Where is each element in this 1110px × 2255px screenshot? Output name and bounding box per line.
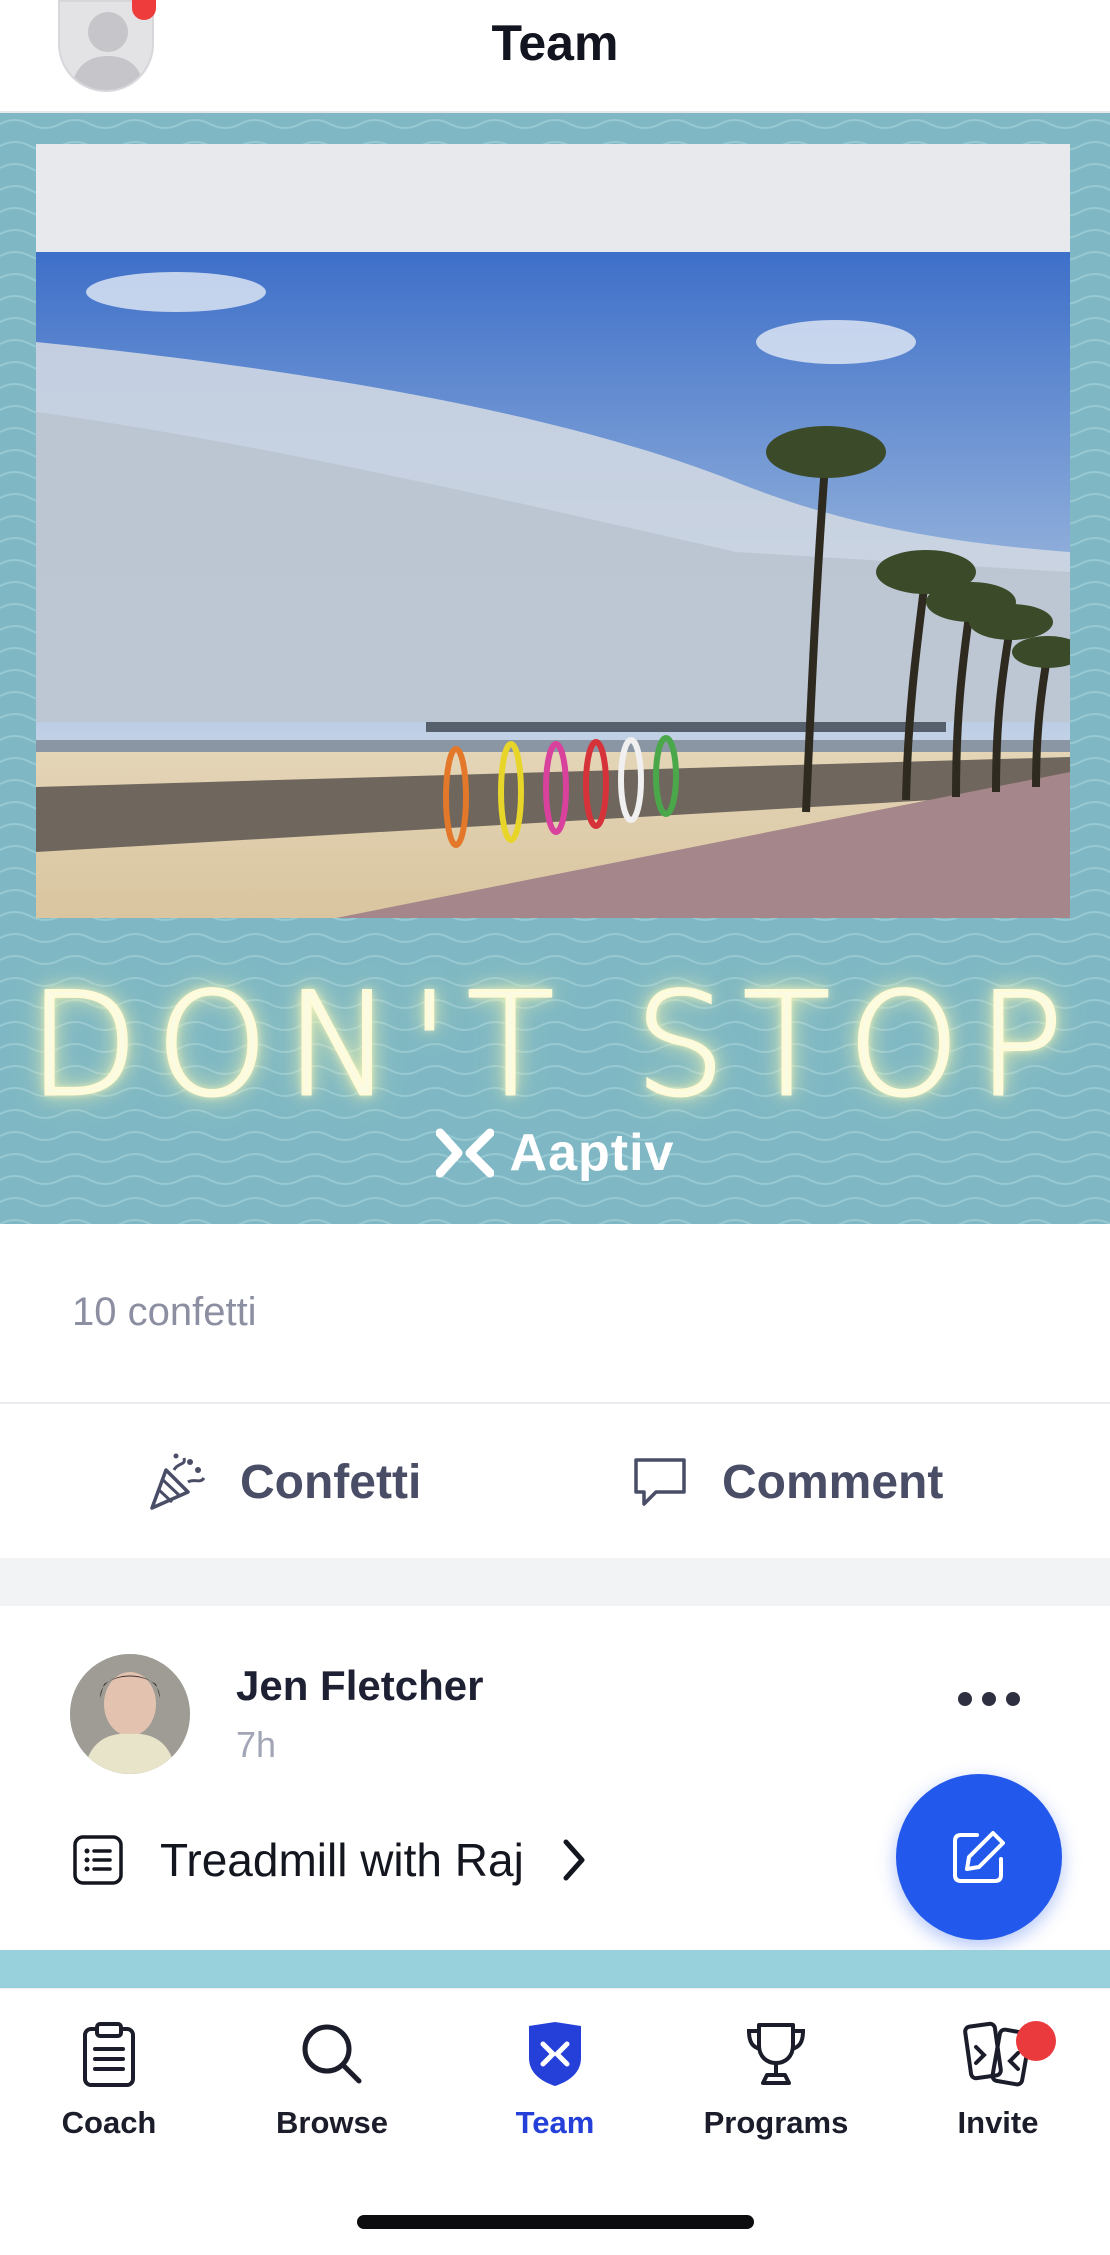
post-image[interactable]: DON'T STOP Aaptiv xyxy=(0,113,1110,1224)
confetti-label: Confetti xyxy=(240,1455,422,1509)
author-avatar[interactable] xyxy=(70,1654,190,1774)
tab-team-label: Team xyxy=(515,2105,595,2140)
dot xyxy=(1006,1692,1020,1706)
brand-lockup: Aaptiv xyxy=(0,1123,1110,1183)
clipboard-icon xyxy=(83,2022,135,2087)
post-timestamp: 7h xyxy=(236,1724,277,1765)
invite-badge xyxy=(1016,2021,1056,2061)
team-shield-icon xyxy=(529,2022,581,2086)
reaction-summary: 10 confetti xyxy=(0,1224,1110,1404)
post-actions: Confetti Comment xyxy=(0,1406,1110,1558)
tab-programs[interactable]: Programs xyxy=(676,2017,876,2141)
tab-coach-label: Coach xyxy=(61,2105,157,2140)
tab-browse[interactable]: Browse xyxy=(232,2017,432,2141)
beach-photo xyxy=(36,144,1070,918)
tab-browse-label: Browse xyxy=(276,2105,388,2140)
author-photo xyxy=(70,1654,190,1774)
workout-link[interactable]: Treadmill with Raj xyxy=(72,1824,588,1896)
confetti-count[interactable]: 10 confetti xyxy=(72,1290,257,1335)
tab-team[interactable]: Team xyxy=(455,2017,655,2141)
banner-headline: DON'T STOP xyxy=(27,962,1082,1130)
home-indicator[interactable] xyxy=(357,2215,754,2229)
edit-pencil-icon xyxy=(953,1831,1005,1883)
chevron-right-icon xyxy=(563,1839,585,1881)
tab-programs-label: Programs xyxy=(703,2105,849,2140)
compose-post-button[interactable] xyxy=(896,1774,1062,1940)
workout-title: Treadmill with Raj xyxy=(160,1834,524,1886)
trophy-icon xyxy=(746,2023,806,2085)
author-name[interactable]: Jen Fletcher xyxy=(236,1662,483,1710)
dot xyxy=(982,1692,996,1706)
page-title: Team xyxy=(491,15,619,71)
tab-invite-label: Invite xyxy=(957,2105,1039,2140)
confetti-button[interactable]: Confetti xyxy=(146,1406,421,1558)
more-options-button[interactable] xyxy=(958,1684,1028,1714)
next-post-preview xyxy=(0,1950,1110,1988)
feed-divider xyxy=(0,1558,1110,1606)
party-popper-icon xyxy=(150,1453,206,1510)
comment-label: Comment xyxy=(722,1455,944,1509)
search-icon xyxy=(302,2024,362,2084)
top-header: Team xyxy=(0,0,1110,113)
comment-button[interactable]: Comment xyxy=(632,1406,943,1558)
list-document-icon xyxy=(73,1835,123,1885)
tab-invite[interactable]: Invite xyxy=(898,2017,1098,2141)
brand-name: Aaptiv xyxy=(509,1124,675,1182)
comment-bubble-icon xyxy=(634,1458,686,1506)
aaptiv-logo-icon xyxy=(435,1128,494,1178)
dot xyxy=(958,1692,972,1706)
tab-coach[interactable]: Coach xyxy=(9,2017,209,2141)
